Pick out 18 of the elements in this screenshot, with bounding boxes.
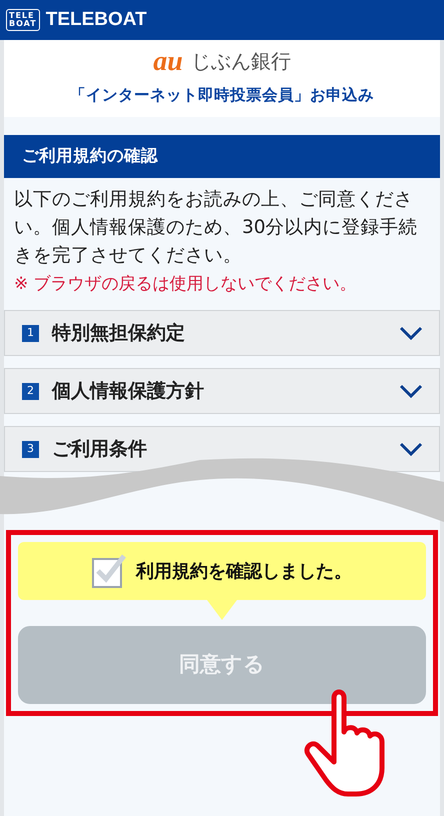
section-heading: ご利用規約の確認 xyxy=(4,135,440,178)
logo-mark: TELE BOAT xyxy=(6,9,40,31)
page-title: 「インターネット即時投票会員」お申込み xyxy=(70,85,374,106)
chevron-down-icon xyxy=(399,384,423,398)
instructions-text: 以下のご利用規約をお読みの上、ご同意ください。個人情報保護のため、30分以内に登録手続きを完了させてください。 xyxy=(13,188,419,268)
bank-logo: au xyxy=(153,48,183,76)
chevron-down-icon xyxy=(399,326,423,340)
warning-text: ※ ブラウザの戻るは使用しないでください。 xyxy=(13,273,358,296)
checkbox[interactable] xyxy=(92,553,126,589)
bank-name: じぶん銀行 xyxy=(190,48,291,75)
chevron-down-icon xyxy=(399,442,423,456)
bubble-tail xyxy=(207,600,237,620)
number-icon: 2 xyxy=(22,382,39,400)
terms-accordion-item[interactable]: 2 個人情報保護方針 xyxy=(4,368,440,414)
brand-name: TELEBOAT xyxy=(46,8,147,32)
terms-accordion-item[interactable]: 1 特別無担保約定 xyxy=(4,310,440,356)
number-icon: 1 xyxy=(22,324,39,342)
number-icon: 3 xyxy=(22,440,39,458)
